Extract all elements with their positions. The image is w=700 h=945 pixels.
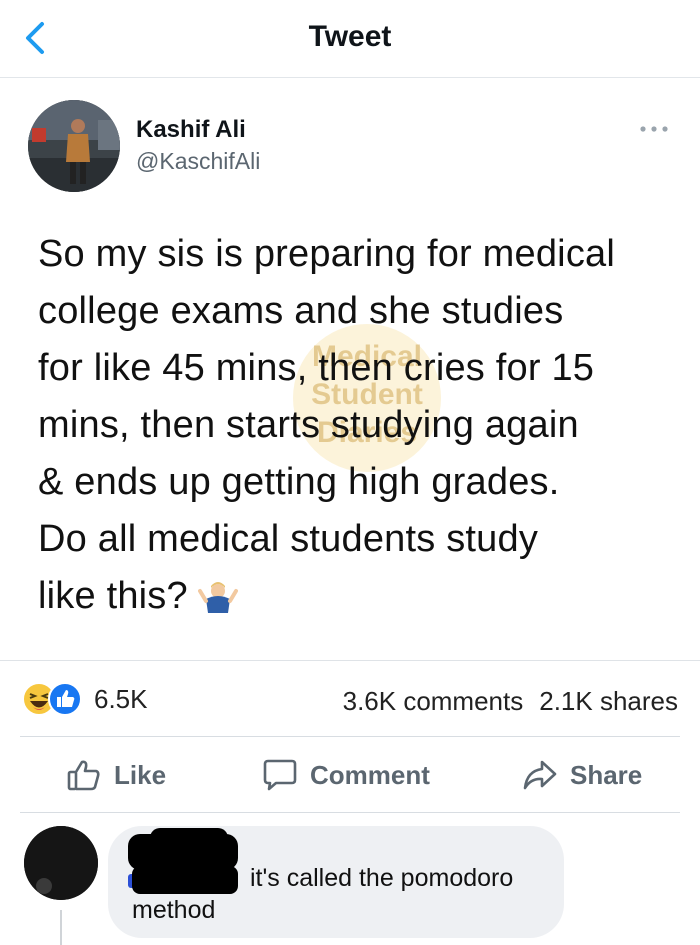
- page-title: Tweet: [308, 20, 392, 53]
- reaction-count: 6.5K: [94, 683, 148, 714]
- share-button[interactable]: Share: [522, 752, 642, 798]
- tweet-line-last: like this?: [38, 568, 678, 625]
- comments-count[interactable]: 3.6K comments: [343, 686, 524, 717]
- commenter-avatar[interactable]: [24, 826, 98, 900]
- like-icon: [48, 682, 82, 716]
- tweet-line: college exams and she studies: [38, 290, 564, 332]
- author-avatar[interactable]: [28, 100, 120, 192]
- thumbs-up-icon: [67, 760, 100, 791]
- more-options-icon[interactable]: [638, 122, 670, 136]
- share-label: Share: [570, 759, 643, 790]
- tweet-text: So my sis is preparing for medical colle…: [38, 226, 678, 625]
- avatar-photo-icon: [28, 100, 120, 192]
- author-handle[interactable]: @KaschifAli: [136, 148, 260, 175]
- divider: [20, 736, 680, 737]
- divider: [20, 812, 680, 813]
- tweet-line: like this?: [38, 575, 188, 617]
- top-bar: Tweet: [0, 0, 700, 78]
- redaction-mark: [132, 866, 238, 894]
- shrug-emoji-icon: [197, 581, 238, 613]
- reactions-summary[interactable]: 6.5K: [22, 682, 148, 716]
- author-name[interactable]: Kashif Ali: [136, 116, 246, 144]
- divider: [0, 660, 700, 661]
- shares-count[interactable]: 2.1K shares: [539, 686, 678, 717]
- thread-line: [60, 910, 62, 945]
- redacted-avatar-icon: [24, 826, 98, 900]
- tweet-line: Do all medical students study: [38, 518, 539, 560]
- tweet-line: & ends up getting high grades.: [38, 461, 560, 503]
- redaction-mark: [128, 834, 238, 870]
- comment-label: Comment: [310, 759, 430, 790]
- share-arrow-icon: [523, 760, 557, 790]
- tweet-line: mins, then starts studying again: [38, 404, 579, 446]
- like-label: Like: [114, 759, 167, 790]
- tweet-line: So my sis is preparing for medical: [38, 233, 616, 275]
- engagement-counts: 3.6K comments 2.1K shares: [343, 686, 678, 717]
- like-button[interactable]: Like: [66, 752, 166, 798]
- comment-text-line-2: method: [132, 896, 216, 924]
- comment-text-line-1: it's called the pomodoro: [250, 864, 514, 892]
- comment-button[interactable]: Comment: [262, 752, 430, 798]
- comment-bubble-icon: [263, 759, 297, 791]
- tweet-line: for like 45 mins, then cries for 15: [38, 347, 595, 389]
